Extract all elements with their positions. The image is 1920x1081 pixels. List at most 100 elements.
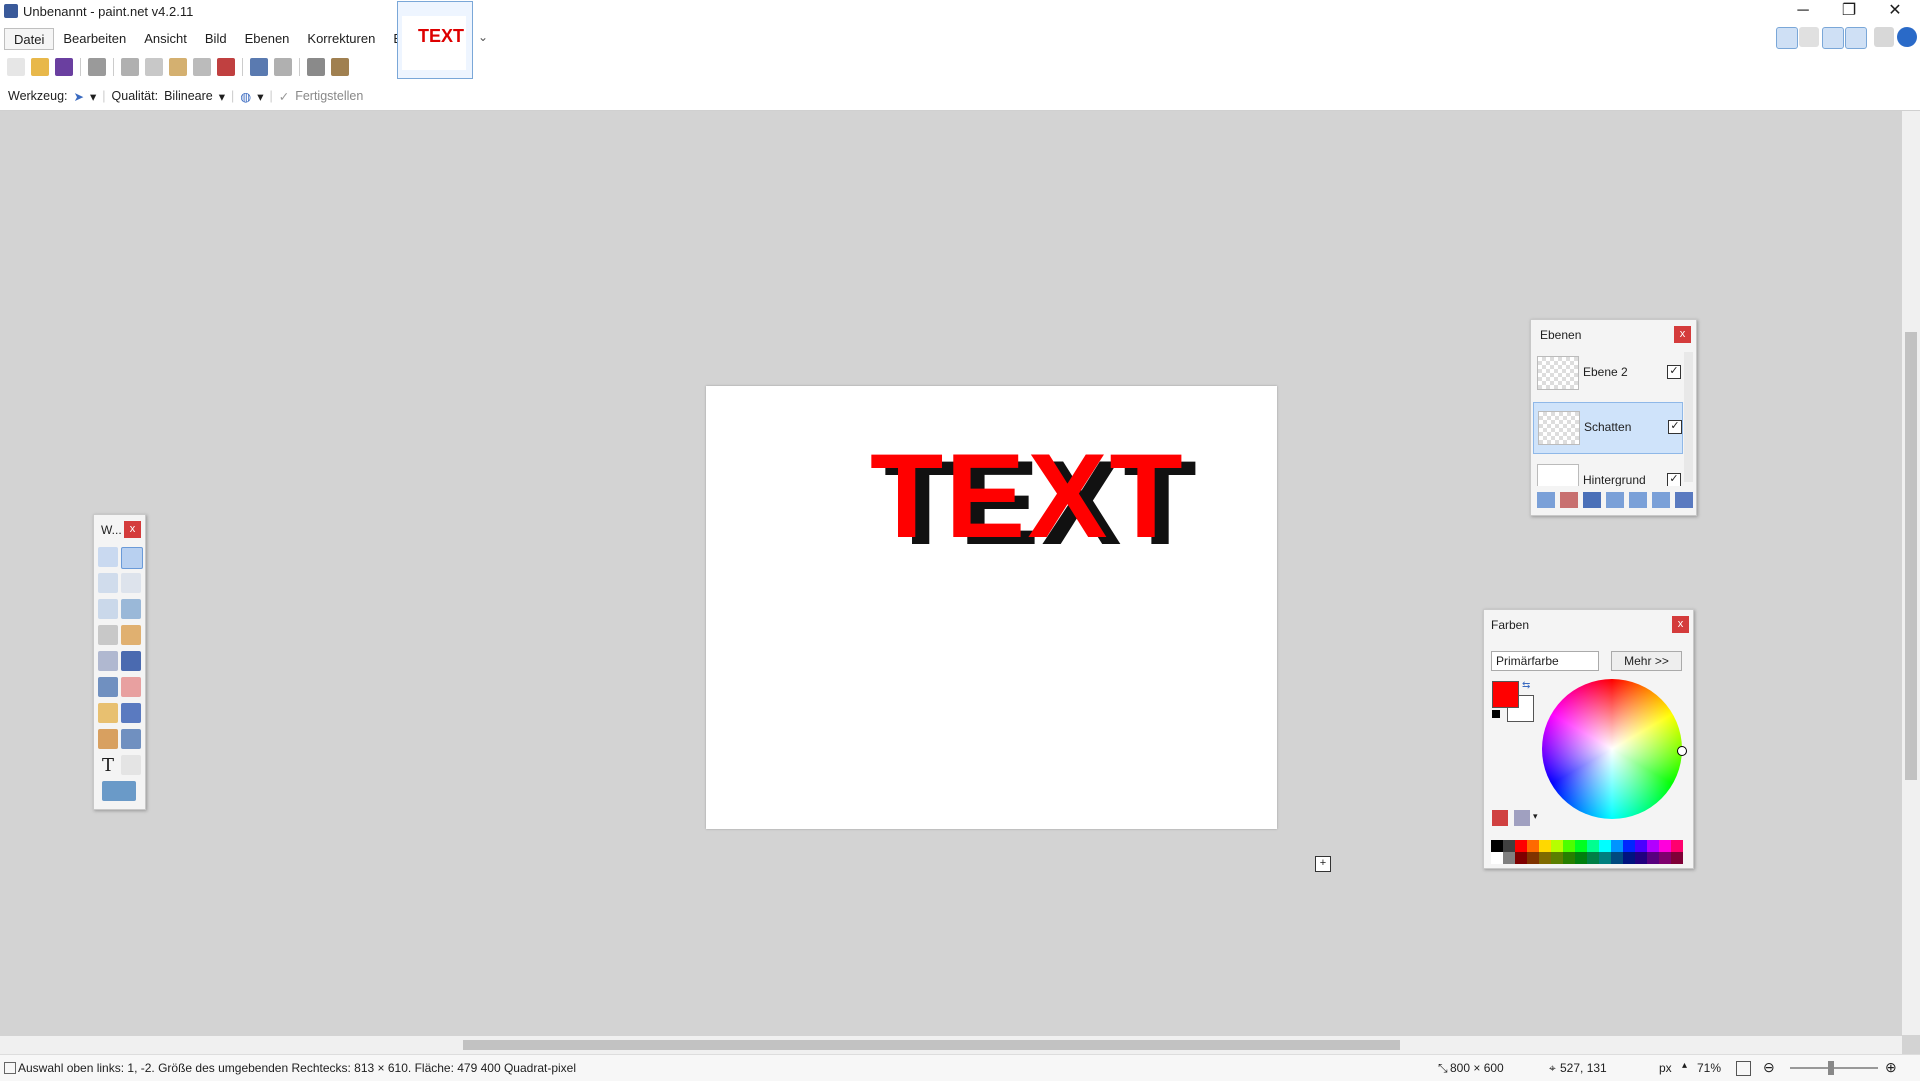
color-picker-tool-icon[interactable] [121,703,141,723]
palette-swatch[interactable] [1491,840,1503,852]
palette-swatch[interactable] [1671,852,1683,864]
image-tab[interactable]: TEXT [397,1,473,79]
palette-swatch[interactable] [1611,840,1623,852]
move-selection-tool-icon[interactable]: ➤ [74,89,84,104]
layer-visibility-checkbox[interactable]: ✓ [1668,420,1682,434]
crop-icon[interactable] [193,58,211,76]
palette-swatch[interactable] [1575,840,1587,852]
tools-window-close-button[interactable]: x [124,521,141,538]
print-icon[interactable] [88,58,106,76]
palette-swatch[interactable] [1659,852,1671,864]
settings-gear-icon[interactable] [1874,27,1894,47]
tools-toggle-icon[interactable] [1776,27,1798,49]
reset-colors-icon[interactable] [1492,710,1500,718]
menu-datei[interactable]: Datei [4,28,55,50]
colors-window-close-button[interactable]: x [1672,616,1689,633]
undo-icon[interactable] [250,58,268,76]
palette-swatch[interactable] [1563,852,1575,864]
palette-swatch[interactable] [1599,852,1611,864]
palette-swatch[interactable] [1635,840,1647,852]
palette-swatch[interactable] [1647,840,1659,852]
vertical-scrollbar-thumb[interactable] [1905,332,1917,780]
palette-swatch[interactable] [1563,840,1575,852]
magic-wand-tool-icon[interactable] [98,625,118,645]
ruler-icon[interactable] [331,58,349,76]
palette-swatch[interactable] [1635,852,1647,864]
shapes-tool-icon[interactable] [102,781,136,801]
paintbrush-tool-icon[interactable] [98,677,118,697]
quality-select[interactable]: Bilineare [164,89,213,103]
palette-swatch[interactable] [1623,852,1635,864]
tool-dropdown-chevron-icon[interactable]: ▾ [90,89,96,104]
layers-toggle-icon[interactable] [1822,27,1844,49]
palette-swatch[interactable] [1611,852,1623,864]
new-icon[interactable] [7,58,25,76]
zoom-tool-icon[interactable] [121,599,141,619]
pencil-tool-icon[interactable] [98,703,118,723]
cut-icon[interactable] [121,58,139,76]
layer-visibility-checkbox[interactable]: ✓ [1667,473,1681,486]
swap-colors-icon[interactable]: ⇆ [1522,680,1530,691]
tab-list-chevron-icon[interactable]: ⌄ [478,30,488,44]
gradient-tool-icon[interactable] [121,651,141,671]
palette-swatch[interactable] [1623,840,1635,852]
layer-item-schatten[interactable]: Schatten ✓ [1533,402,1683,454]
restore-button[interactable]: ❐ [1826,0,1872,24]
fit-window-icon[interactable] [1736,1061,1751,1076]
lasso-select-tool-icon[interactable] [98,573,118,593]
open-icon[interactable] [31,58,49,76]
units-select[interactable]: px [1659,1061,1672,1075]
duplicate-layer-icon[interactable] [1583,492,1601,508]
delete-icon[interactable] [217,58,235,76]
layer-visibility-checkbox[interactable]: ✓ [1667,365,1681,379]
palette-swatch[interactable] [1551,852,1563,864]
recolor-tool-icon[interactable] [121,729,141,749]
palette-swatch[interactable] [1503,840,1515,852]
clone-stamp-tool-icon[interactable] [98,729,118,749]
palette-swatch[interactable] [1539,852,1551,864]
add-layer-icon[interactable] [1537,492,1555,508]
zoom-level[interactable]: 71% [1697,1061,1721,1075]
rectangle-select-tool-icon[interactable] [98,547,118,567]
color-wheel-marker[interactable] [1677,746,1687,756]
zoom-out-icon[interactable]: ⊖ [1763,1059,1775,1076]
color-mode-select[interactable]: Primärfarbe [1491,651,1599,671]
menu-bild[interactable]: Bild [196,28,236,50]
layers-window-close-button[interactable]: x [1674,326,1691,343]
finish-button[interactable]: Fertigstellen [295,89,363,103]
layer-properties-icon[interactable] [1675,492,1693,508]
palette-swatch[interactable] [1551,840,1563,852]
text-tool-icon[interactable]: T [98,755,118,776]
horizontal-scrollbar-thumb[interactable] [463,1040,1400,1050]
layers-scrollbar[interactable] [1684,352,1693,482]
palette-menu-icon[interactable] [1514,810,1530,826]
palette-swatch[interactable] [1539,840,1551,852]
palette-swatch[interactable] [1575,852,1587,864]
save-icon[interactable] [55,58,73,76]
palette-menu-chevron-icon[interactable]: ▾ [1533,811,1538,822]
blend-mode-icon[interactable]: ◍ [240,89,251,104]
paint-bucket-tool-icon[interactable] [98,651,118,671]
quality-dropdown-chevron-icon[interactable]: ▾ [219,89,225,104]
menu-ansicht[interactable]: Ansicht [135,28,196,50]
palette-swatch[interactable] [1515,840,1527,852]
palette-swatch[interactable] [1587,852,1599,864]
colors-toggle-icon[interactable] [1845,27,1867,49]
pan-tool-icon[interactable] [121,625,141,645]
color-palette[interactable] [1491,840,1684,864]
palette-swatch[interactable] [1491,852,1503,864]
layer-item-ebene-2[interactable]: Ebene 2 ✓ [1533,348,1681,398]
merge-layer-icon[interactable] [1606,492,1624,508]
units-chevron-icon[interactable]: ▴ [1682,1060,1687,1071]
paste-icon[interactable] [169,58,187,76]
help-icon[interactable] [1897,27,1917,47]
menu-ebenen[interactable]: Ebenen [236,28,299,50]
menu-bearbeiten[interactable]: Bearbeiten [54,28,135,50]
ellipse-select-tool-icon[interactable] [98,599,118,619]
move-selected-tool-icon[interactable] [121,573,141,593]
palette-swatch[interactable] [1515,852,1527,864]
minimize-button[interactable]: ─ [1780,0,1826,24]
palette-swatch[interactable] [1599,840,1611,852]
history-toggle-icon[interactable] [1799,27,1819,47]
palette-swatch[interactable] [1647,852,1659,864]
